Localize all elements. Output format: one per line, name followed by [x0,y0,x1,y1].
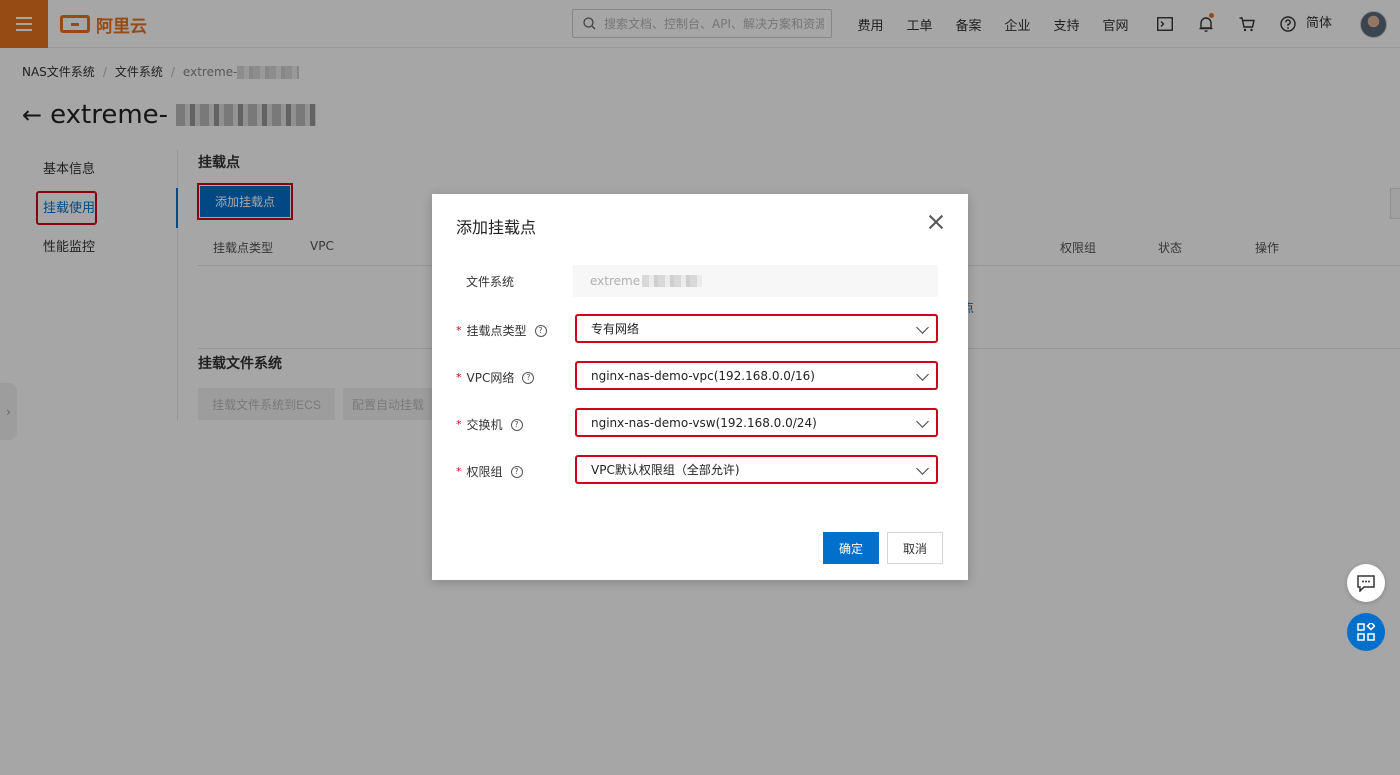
chevron-down-icon [916,415,929,428]
file-system-value: extreme [573,265,938,297]
field-label: * VPC网络 ? [456,369,535,386]
question-icon[interactable]: ? [522,371,535,384]
field-label: 文件系统 [466,275,515,289]
apps-icon [1357,623,1375,641]
required-asterisk: * [456,465,462,478]
required-asterisk: * [456,371,462,384]
chevron-down-icon [916,368,929,381]
question-icon[interactable]: ? [534,324,547,337]
question-icon[interactable]: ? [510,465,523,478]
required-asterisk: * [456,418,462,431]
close-icon[interactable] [926,212,946,232]
vswitch-select[interactable]: nginx-nas-demo-vsw(192.168.0.0/24) [575,408,938,437]
field-label: * 挂载点类型 ? [456,322,547,339]
chevron-down-icon [916,462,929,475]
dialog-title: 添加挂载点 [456,218,537,237]
field-label: * 交换机 ? [456,416,523,433]
field-mount-type: * 挂载点类型 ? 专有网络 [432,314,968,346]
cancel-button[interactable]: 取消 [887,532,943,564]
field-vswitch: * 交换机 ? nginx-nas-demo-vsw(192.168.0.0/2… [432,408,968,440]
add-mount-point-dialog: 添加挂载点 文件系统 extreme * 挂载点类型 ? 专有网络 * VPC网… [432,194,968,580]
mount-type-select[interactable]: 专有网络 [575,314,938,343]
field-vpc: * VPC网络 ? nginx-nas-demo-vpc(192.168.0.0… [432,361,968,393]
confirm-button[interactable]: 确定 [823,532,879,564]
vpc-select[interactable]: nginx-nas-demo-vpc(192.168.0.0/16) [575,361,938,390]
field-file-system: 文件系统 extreme [432,265,968,297]
question-icon[interactable]: ? [510,418,523,431]
required-asterisk: * [456,324,462,337]
field-permission-group: * 权限组 ? VPC默认权限组（全部允许) [432,455,968,487]
feedback-button[interactable] [1347,564,1385,602]
permission-group-select[interactable]: VPC默认权限组（全部允许) [575,455,938,484]
redacted-text [642,275,703,287]
chevron-down-icon [916,321,929,334]
field-label: * 权限组 ? [456,463,523,480]
chat-icon [1357,574,1375,592]
apps-button[interactable] [1347,613,1385,651]
